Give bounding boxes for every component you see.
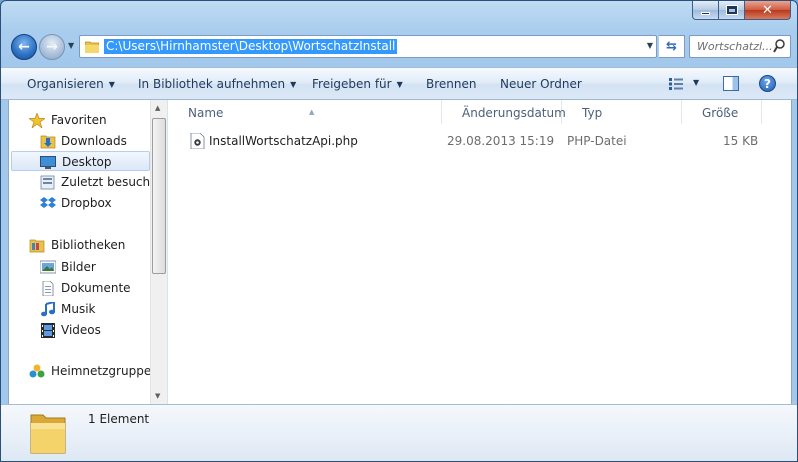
file-name[interactable]: InstallWortschatzApi.php <box>209 132 358 150</box>
burn-button[interactable]: Brennen <box>426 77 476 91</box>
refresh-icon: ⇆ <box>666 39 677 54</box>
column-header-modified[interactable]: Änderungsdatum <box>442 100 566 124</box>
navigation-bar: ← → ▼ C:\Users\Hirnhamster\Desktop\Worts… <box>9 33 791 61</box>
column-type-label: Typ <box>582 106 603 120</box>
maximize-button[interactable] <box>719 1 745 20</box>
sidebar-item-music[interactable]: Musik <box>37 299 147 319</box>
sort-ascending-icon: ▲ <box>309 108 315 116</box>
sidebar-libraries-header[interactable]: Bibliotheken <box>27 235 147 255</box>
column-header-size[interactable]: Größe <box>682 100 762 124</box>
forward-button[interactable]: → <box>39 34 65 60</box>
file-modified: 29.08.2013 15:19 <box>447 134 555 148</box>
search-placeholder: Wortschatzl... <box>697 40 773 53</box>
arrow-left-icon: ← <box>18 39 30 55</box>
new-folder-label: Neuer Ordner <box>500 77 582 91</box>
file-size: 15 KB <box>723 134 759 148</box>
details-pane: 1 Element <box>1 404 797 461</box>
folder-icon <box>85 41 99 53</box>
sidebar-item-label: Musik <box>61 302 96 316</box>
folder-icon <box>30 414 66 454</box>
sidebar-item-label: Bilder <box>61 260 96 274</box>
include-library-label: In Bibliothek aufnehmen <box>138 77 286 91</box>
search-icon[interactable] <box>773 39 786 54</box>
sidebar-item-label: Zuletzt besucht <box>61 175 155 189</box>
sidebar-item-pictures[interactable]: Bilder <box>37 257 147 277</box>
sidebar-item-documents[interactable]: Dokumente <box>37 278 147 298</box>
close-icon: ✕ <box>762 2 773 18</box>
sidebar-item-dropbox[interactable]: Dropbox <box>37 193 147 213</box>
favorites-label: Favoriten <box>51 113 107 127</box>
caption-buttons: ✕ <box>692 1 791 20</box>
column-header-type[interactable]: Typ <box>562 100 682 124</box>
star-icon <box>29 113 45 128</box>
explorer-window: ✕ ← → ▼ C:\Users\Hirnhamster\Desktop\Wor… <box>0 0 798 462</box>
chevron-down-icon: ▼ <box>290 80 297 89</box>
burn-label: Brennen <box>426 77 477 91</box>
command-bar: Organisieren ▼ In Bibliothek aufnehmen ▼ F… <box>1 67 797 100</box>
column-modified-label: Änderungsdatum <box>462 106 566 120</box>
back-button[interactable]: ← <box>11 34 37 60</box>
chevron-down-icon: ▼ <box>396 80 403 89</box>
sidebar-item-label: Videos <box>61 323 101 337</box>
refresh-button[interactable]: ⇆ <box>659 35 685 58</box>
sidebar-item-homegroup[interactable]: Heimnetzgruppe <box>27 361 151 381</box>
minimize-button[interactable] <box>692 1 719 20</box>
sidebar-item-label: Dropbox <box>61 196 112 210</box>
file-type: PHP-Datei <box>567 134 627 148</box>
navigation-pane: Favoriten Downloads Desktop Zuletzt besu… <box>9 100 167 404</box>
help-icon[interactable]: ? <box>759 75 776 92</box>
sidebar-item-desktop[interactable]: Desktop <box>11 151 150 171</box>
homegroup-label: Heimnetzgruppe <box>51 364 152 378</box>
content-area: Favoriten Downloads Desktop Zuletzt besu… <box>8 100 792 404</box>
include-library-menu[interactable]: In Bibliothek aufnehmen ▼ <box>138 77 296 91</box>
music-note-icon <box>41 302 55 317</box>
new-folder-button[interactable]: Neuer Ordner <box>500 77 582 91</box>
sidebar-item-recent-places[interactable]: Zuletzt besucht <box>37 172 155 192</box>
scrollbar-thumb[interactable] <box>152 118 166 274</box>
organize-menu[interactable]: Organisieren ▼ <box>27 77 115 91</box>
sidebar-item-label: Downloads <box>61 134 127 148</box>
navigation-scrollbar[interactable]: ▲ ▼ <box>150 100 167 404</box>
address-bar[interactable]: C:\Users\Hirnhamster\Desktop\WortschatzI… <box>79 35 657 58</box>
downloads-folder-icon <box>40 135 56 149</box>
libraries-label: Bibliotheken <box>51 238 126 252</box>
column-size-label: Größe <box>702 106 739 120</box>
scroll-down-icon[interactable]: ▼ <box>155 392 160 400</box>
column-name-label: Name <box>188 106 224 120</box>
preview-pane-icon[interactable] <box>723 76 739 91</box>
film-strip-icon <box>41 323 55 338</box>
item-count: 1 Element <box>88 412 150 426</box>
address-dropdown-icon[interactable]: ▼ <box>647 41 653 50</box>
desktop-icon <box>40 156 56 169</box>
minimize-icon <box>701 11 710 15</box>
column-header-name[interactable]: ▲ Name <box>168 100 442 124</box>
libraries-icon <box>29 239 45 253</box>
homegroup-icon <box>29 364 45 378</box>
share-label: Freigeben für <box>312 77 392 91</box>
recent-pages-dropdown[interactable]: ▼ <box>68 41 74 50</box>
search-box[interactable]: Wortschatzl... <box>689 35 791 58</box>
sidebar-favorites-header[interactable]: Favoriten <box>27 110 147 130</box>
view-options-icon[interactable] <box>669 78 683 90</box>
table-row[interactable]: InstallWortschatzApi.php 29.08.2013 15:1… <box>168 132 791 150</box>
view-dropdown-icon[interactable]: ▼ <box>693 78 699 87</box>
address-path[interactable]: C:\Users\Hirnhamster\Desktop\WortschatzI… <box>104 39 398 54</box>
scroll-up-icon[interactable]: ▲ <box>155 104 160 112</box>
organize-label: Organisieren <box>27 77 104 91</box>
documents-icon <box>42 281 54 296</box>
php-file-icon <box>190 133 205 149</box>
sidebar-item-videos[interactable]: Videos <box>37 320 147 340</box>
sidebar-item-downloads[interactable]: Downloads <box>37 131 147 151</box>
share-menu[interactable]: Freigeben für ▼ <box>312 77 403 91</box>
maximize-icon <box>725 5 738 15</box>
dropbox-icon <box>40 197 56 208</box>
sidebar-item-label: Desktop <box>62 155 112 169</box>
arrow-right-icon: → <box>46 39 58 55</box>
file-list: ▲ Name Änderungsdatum Typ Größe InstallW… <box>168 100 791 404</box>
recent-places-icon <box>40 175 55 190</box>
close-button[interactable]: ✕ <box>745 1 791 20</box>
pictures-icon <box>40 260 56 274</box>
sidebar-item-label: Dokumente <box>61 281 131 295</box>
chevron-down-icon: ▼ <box>108 80 115 89</box>
